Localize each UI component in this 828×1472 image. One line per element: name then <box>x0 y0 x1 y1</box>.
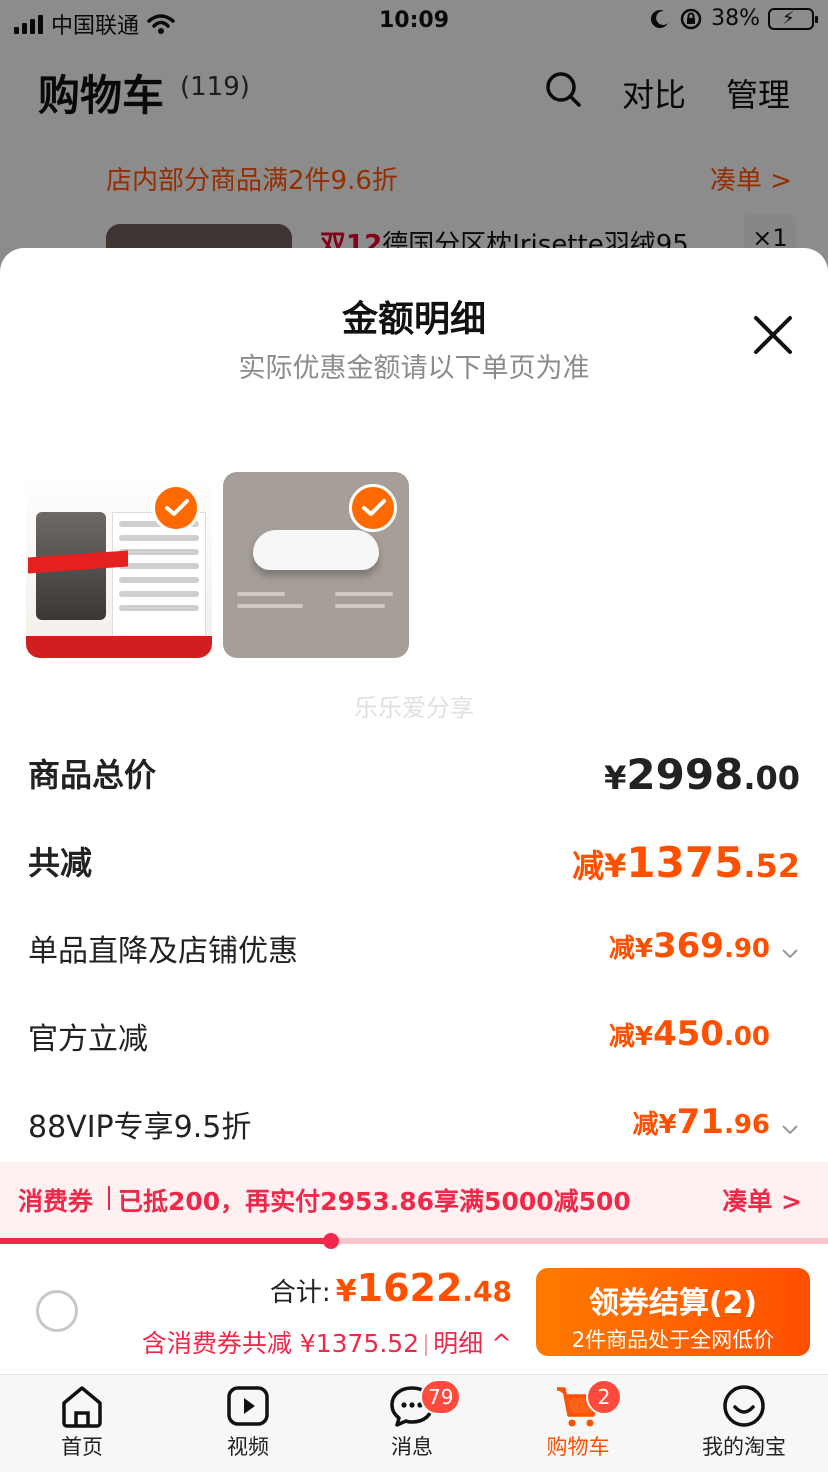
video-icon <box>227 1386 269 1426</box>
total-reduction-row: 共减 减¥1375.52 <box>28 838 800 898</box>
tab-label: 首页 <box>61 1435 103 1459</box>
chevron-down-icon[interactable] <box>780 1119 800 1139</box>
coupon-progress-dot <box>323 1233 340 1249</box>
pillow-caption <box>335 592 393 596</box>
total-label: 合计: <box>269 1278 331 1308</box>
detail-toggle-link[interactable]: 明细 ^ <box>433 1329 512 1358</box>
checkmark-icon[interactable] <box>349 484 397 532</box>
checkout-button-sublabel: 2件商品处于全网低价 <box>571 1328 775 1352</box>
tab-label: 我的淘宝 <box>702 1435 786 1459</box>
vip-discount-value: 减¥71.96 <box>633 1102 800 1142</box>
total-price-label: 商品总价 <box>28 756 157 794</box>
checkmark-icon[interactable] <box>152 484 200 532</box>
select-all-checkbox[interactable] <box>36 1290 78 1332</box>
saving-text: 含消费券共减 ¥1375.52 <box>141 1329 420 1358</box>
pillow-caption <box>237 604 303 608</box>
coupon-label: 消费券 <box>18 1187 94 1216</box>
tab-cart[interactable]: 购物车 2 <box>518 1379 638 1471</box>
official-discount-row: 官方立减 减¥450.00 <box>28 1014 800 1074</box>
checkout-button-label: 领券结算(2) <box>588 1286 758 1321</box>
tab-home[interactable]: 首页 <box>22 1383 142 1471</box>
tab-profile[interactable]: 我的淘宝 <box>684 1383 804 1471</box>
pillow-caption <box>237 592 285 596</box>
total-reduction-label: 共减 <box>28 844 93 882</box>
watermark: 乐乐爱分享 <box>354 694 474 722</box>
profile-icon <box>723 1385 765 1427</box>
sheet-subtitle: 实际优惠金额请以下单页为准 <box>238 353 590 384</box>
total-integer: 1622 <box>356 1266 463 1310</box>
amount-detail-sheet: 金额明细 实际优惠金额请以下单页为准 乐乐爱分享 商品总价 ¥2998.00 共… <box>0 248 828 1472</box>
coupon-text: 已抵200，再实付2953.86享满5000减500 <box>118 1187 631 1216</box>
product-thumbnail-pillow[interactable] <box>223 472 409 658</box>
coffee-feature-panel <box>112 512 206 640</box>
coupon-add-items-link[interactable]: 凑单 > <box>722 1182 802 1218</box>
checkout-bar: 合计: ¥1622.48 含消费券共减 ¥1375.52 明细 ^ 领券结算(2)… <box>0 1252 828 1372</box>
tab-label: 消息 <box>391 1435 433 1459</box>
official-discount-value: 减¥450.00 <box>608 1014 770 1054</box>
coffee-footer-band <box>26 636 212 658</box>
total-price-row: 商品总价 ¥2998.00 <box>28 750 800 810</box>
checkout-button[interactable]: 领券结算(2) 2件商品处于全网低价 <box>536 1268 810 1356</box>
cart-badge: 2 <box>586 1379 622 1415</box>
tab-video[interactable]: 视频 <box>188 1383 308 1471</box>
tab-bar: 首页 视频 消息 79 购物车 2 我的淘宝 <box>0 1374 828 1472</box>
tab-messages[interactable]: 消息 79 <box>352 1379 472 1471</box>
close-icon[interactable] <box>750 312 796 358</box>
total-reduction-value: 减¥1375.52 <box>572 838 800 887</box>
product-thumbnail-coffee-machine[interactable] <box>26 472 212 658</box>
total-decimal: .48 <box>462 1275 512 1308</box>
store-discount-value: 减¥369.90 <box>609 926 800 966</box>
coupon-divider <box>108 1186 110 1210</box>
tab-label: 购物车 <box>546 1435 610 1459</box>
official-discount-label: 官方立减 <box>28 1022 148 1057</box>
messages-badge: 79 <box>420 1379 462 1415</box>
saving-summary: 含消费券共减 ¥1375.52 明细 ^ <box>142 1324 512 1360</box>
tab-label: 视频 <box>227 1435 269 1459</box>
vip-discount-row[interactable]: 88VIP专享9.5折 减¥71.96 <box>28 1102 800 1162</box>
pillow-caption <box>335 604 385 608</box>
coupon-progress-bar <box>0 1233 828 1249</box>
total-price-value: ¥2998.00 <box>604 750 800 799</box>
store-discount-label: 单品直降及店铺优惠 <box>28 934 298 969</box>
coupon-strip[interactable]: 消费券 已抵200，再实付2953.86享满5000减500 凑单 > <box>0 1162 828 1242</box>
vip-discount-label: 88VIP专享9.5折 <box>28 1110 252 1145</box>
total-summary: 合计: ¥1622.48 <box>270 1266 512 1310</box>
selected-products <box>26 472 409 658</box>
home-icon <box>62 1386 102 1428</box>
chevron-down-icon[interactable] <box>780 943 800 963</box>
sheet-title: 金额明细 <box>341 299 486 340</box>
coupon-progress-fill <box>0 1238 332 1244</box>
store-discount-row[interactable]: 单品直降及店铺优惠 减¥369.90 <box>28 926 800 986</box>
total-currency: ¥ <box>335 1274 357 1309</box>
pillow-image <box>253 530 379 570</box>
saving-divider <box>425 1334 428 1356</box>
